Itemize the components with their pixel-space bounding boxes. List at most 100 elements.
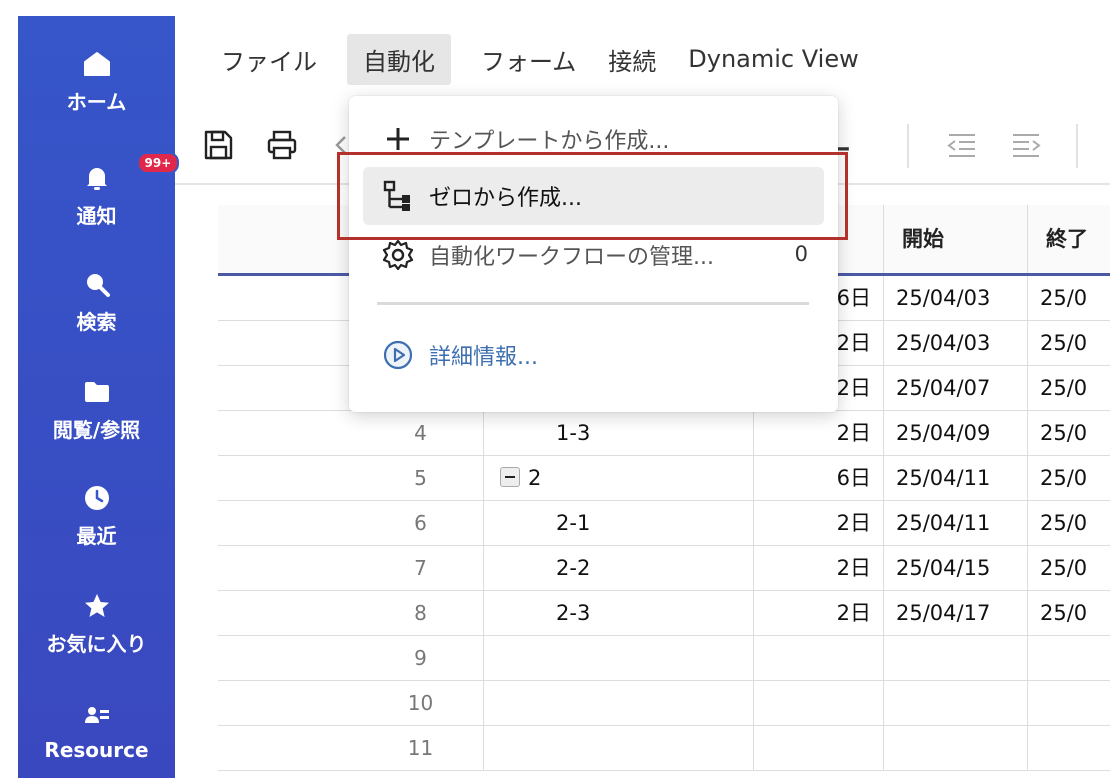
- collapse-icon[interactable]: [500, 467, 520, 487]
- end-date-cell[interactable]: 25/0: [1028, 456, 1110, 501]
- star-icon: [83, 592, 111, 620]
- sidebar-item-home[interactable]: ホーム: [18, 50, 175, 115]
- toolbar-separator: [1076, 124, 1078, 168]
- duration-cell[interactable]: [754, 726, 884, 771]
- menubar: ファイル 自動化 フォーム 接続 Dynamic View: [205, 33, 875, 85]
- row-number[interactable]: 8: [218, 591, 484, 636]
- automation-menu-dropdown: テンプレートから作成... ゼロから作成... 自動化ワークフローの管理... …: [349, 96, 838, 412]
- menu-file[interactable]: ファイル: [205, 34, 333, 85]
- task-name-cell[interactable]: 2-3: [484, 591, 754, 636]
- menu-connections[interactable]: 接続: [592, 34, 672, 85]
- start-date-cell[interactable]: [884, 726, 1028, 771]
- task-name-cell[interactable]: 2-1: [484, 501, 754, 546]
- row-number[interactable]: 11: [218, 726, 484, 771]
- start-date-cell[interactable]: 25/04/15: [884, 546, 1028, 591]
- duration-cell[interactable]: 2日: [754, 546, 884, 591]
- start-date-cell[interactable]: 25/04/11: [884, 501, 1028, 546]
- column-header-start[interactable]: 開始: [884, 205, 1028, 273]
- duration-cell[interactable]: [754, 636, 884, 681]
- duration-cell[interactable]: 2日: [754, 501, 884, 546]
- row-number[interactable]: 10: [218, 681, 484, 726]
- indent-icon[interactable]: [1009, 128, 1043, 162]
- home-icon: [83, 50, 111, 78]
- task-name-cell[interactable]: 2: [484, 456, 754, 501]
- menu-item-label: 詳細情報...: [429, 345, 538, 370]
- table-row[interactable]: 5 2 6日 25/04/11 25/0: [218, 456, 1110, 501]
- app-root: ホーム 99+ 通知 検索 閲覧/参照 最近 お気に入り Resource ファ…: [0, 0, 1110, 778]
- menu-item-label: テンプレートから作成...: [429, 129, 670, 154]
- menu-item-label: 自動化ワークフローの管理...: [429, 245, 714, 270]
- task-name: 2-1: [556, 511, 591, 535]
- start-date-cell[interactable]: [884, 636, 1028, 681]
- menu-divider: [377, 302, 809, 305]
- start-date-cell[interactable]: 25/04/03: [884, 321, 1028, 366]
- menu-automation[interactable]: 自動化: [347, 33, 451, 85]
- row-number[interactable]: 9: [218, 636, 484, 681]
- notification-badge: 99+: [136, 152, 180, 174]
- end-date-cell[interactable]: 25/0: [1028, 591, 1110, 636]
- duration-cell[interactable]: 6日: [754, 456, 884, 501]
- toolbar-separator: [907, 124, 909, 168]
- sidebar-item-notifications[interactable]: 99+ 通知: [18, 152, 180, 229]
- sidebar-item-recent[interactable]: 最近: [18, 484, 175, 549]
- sidebar-item-resource[interactable]: Resource: [18, 702, 175, 762]
- sidebar-item-label: お気に入り: [46, 632, 147, 656]
- task-name: 2-2: [556, 556, 591, 580]
- task-name-cell[interactable]: 2-2: [484, 546, 754, 591]
- start-date-cell[interactable]: 25/04/09: [884, 411, 1028, 456]
- duration-cell[interactable]: 2日: [754, 591, 884, 636]
- clock-icon: [83, 484, 111, 512]
- duration-cell[interactable]: [754, 681, 884, 726]
- save-icon[interactable]: [201, 128, 235, 162]
- start-date-cell[interactable]: [884, 681, 1028, 726]
- end-date-cell[interactable]: 25/0: [1028, 411, 1110, 456]
- task-name-cell[interactable]: [484, 636, 754, 681]
- task-name-cell[interactable]: [484, 681, 754, 726]
- start-date-cell[interactable]: 25/04/11: [884, 456, 1028, 501]
- end-date-cell[interactable]: 25/0: [1028, 276, 1110, 321]
- end-date-cell[interactable]: 25/0: [1028, 546, 1110, 591]
- row-number[interactable]: 5: [218, 456, 484, 501]
- row-number[interactable]: 7: [218, 546, 484, 591]
- sidebar-item-search[interactable]: 検索: [18, 270, 175, 335]
- column-header-end[interactable]: 終了: [1028, 205, 1110, 273]
- sidebar-item-label: ホーム: [66, 90, 127, 114]
- table-row[interactable]: 7 2-2 2日 25/04/15 25/0: [218, 546, 1110, 591]
- task-name: 1-3: [556, 421, 591, 445]
- start-date-cell[interactable]: 25/04/17: [884, 591, 1028, 636]
- highlight-box: [337, 152, 848, 240]
- table-row[interactable]: 9: [218, 636, 1110, 681]
- table-row[interactable]: 8 2-3 2日 25/04/17 25/0: [218, 591, 1110, 636]
- table-row[interactable]: 4 1-3 2日 25/04/09 25/0: [218, 411, 1110, 456]
- duration-cell[interactable]: 2日: [754, 411, 884, 456]
- start-date-cell[interactable]: 25/04/07: [884, 366, 1028, 411]
- task-name: 2-3: [556, 601, 591, 625]
- outdent-icon[interactable]: [945, 128, 979, 162]
- gear-icon: [381, 238, 415, 272]
- sidebar-item-browse[interactable]: 閲覧/参照: [18, 378, 175, 443]
- row-number[interactable]: 6: [218, 501, 484, 546]
- table-row[interactable]: 11: [218, 726, 1110, 771]
- print-icon[interactable]: [265, 128, 299, 162]
- table-row[interactable]: 10: [218, 681, 1110, 726]
- menu-item-learn-more[interactable]: 詳細情報...: [363, 326, 824, 384]
- task-name-cell[interactable]: [484, 726, 754, 771]
- row-number[interactable]: 4: [218, 411, 484, 456]
- start-date-cell[interactable]: 25/04/03: [884, 276, 1028, 321]
- task-name: 2: [528, 466, 542, 490]
- bell-icon: 99+: [83, 152, 180, 192]
- end-date-cell[interactable]: [1028, 681, 1110, 726]
- menu-forms[interactable]: フォーム: [465, 34, 592, 85]
- table-row[interactable]: 6 2-1 2日 25/04/11 25/0: [218, 501, 1110, 546]
- sidebar-item-favorites[interactable]: お気に入り: [18, 592, 175, 657]
- sidebar-item-label: 最近: [76, 524, 117, 548]
- sidebar-item-label: 検索: [76, 310, 117, 334]
- end-date-cell[interactable]: 25/0: [1028, 321, 1110, 366]
- menu-dynamic-view[interactable]: Dynamic View: [672, 37, 874, 81]
- end-date-cell[interactable]: [1028, 636, 1110, 681]
- end-date-cell[interactable]: [1028, 726, 1110, 771]
- end-date-cell[interactable]: 25/0: [1028, 501, 1110, 546]
- search-icon: [83, 270, 111, 298]
- end-date-cell[interactable]: 25/0: [1028, 366, 1110, 411]
- task-name-cell[interactable]: 1-3: [484, 411, 754, 456]
